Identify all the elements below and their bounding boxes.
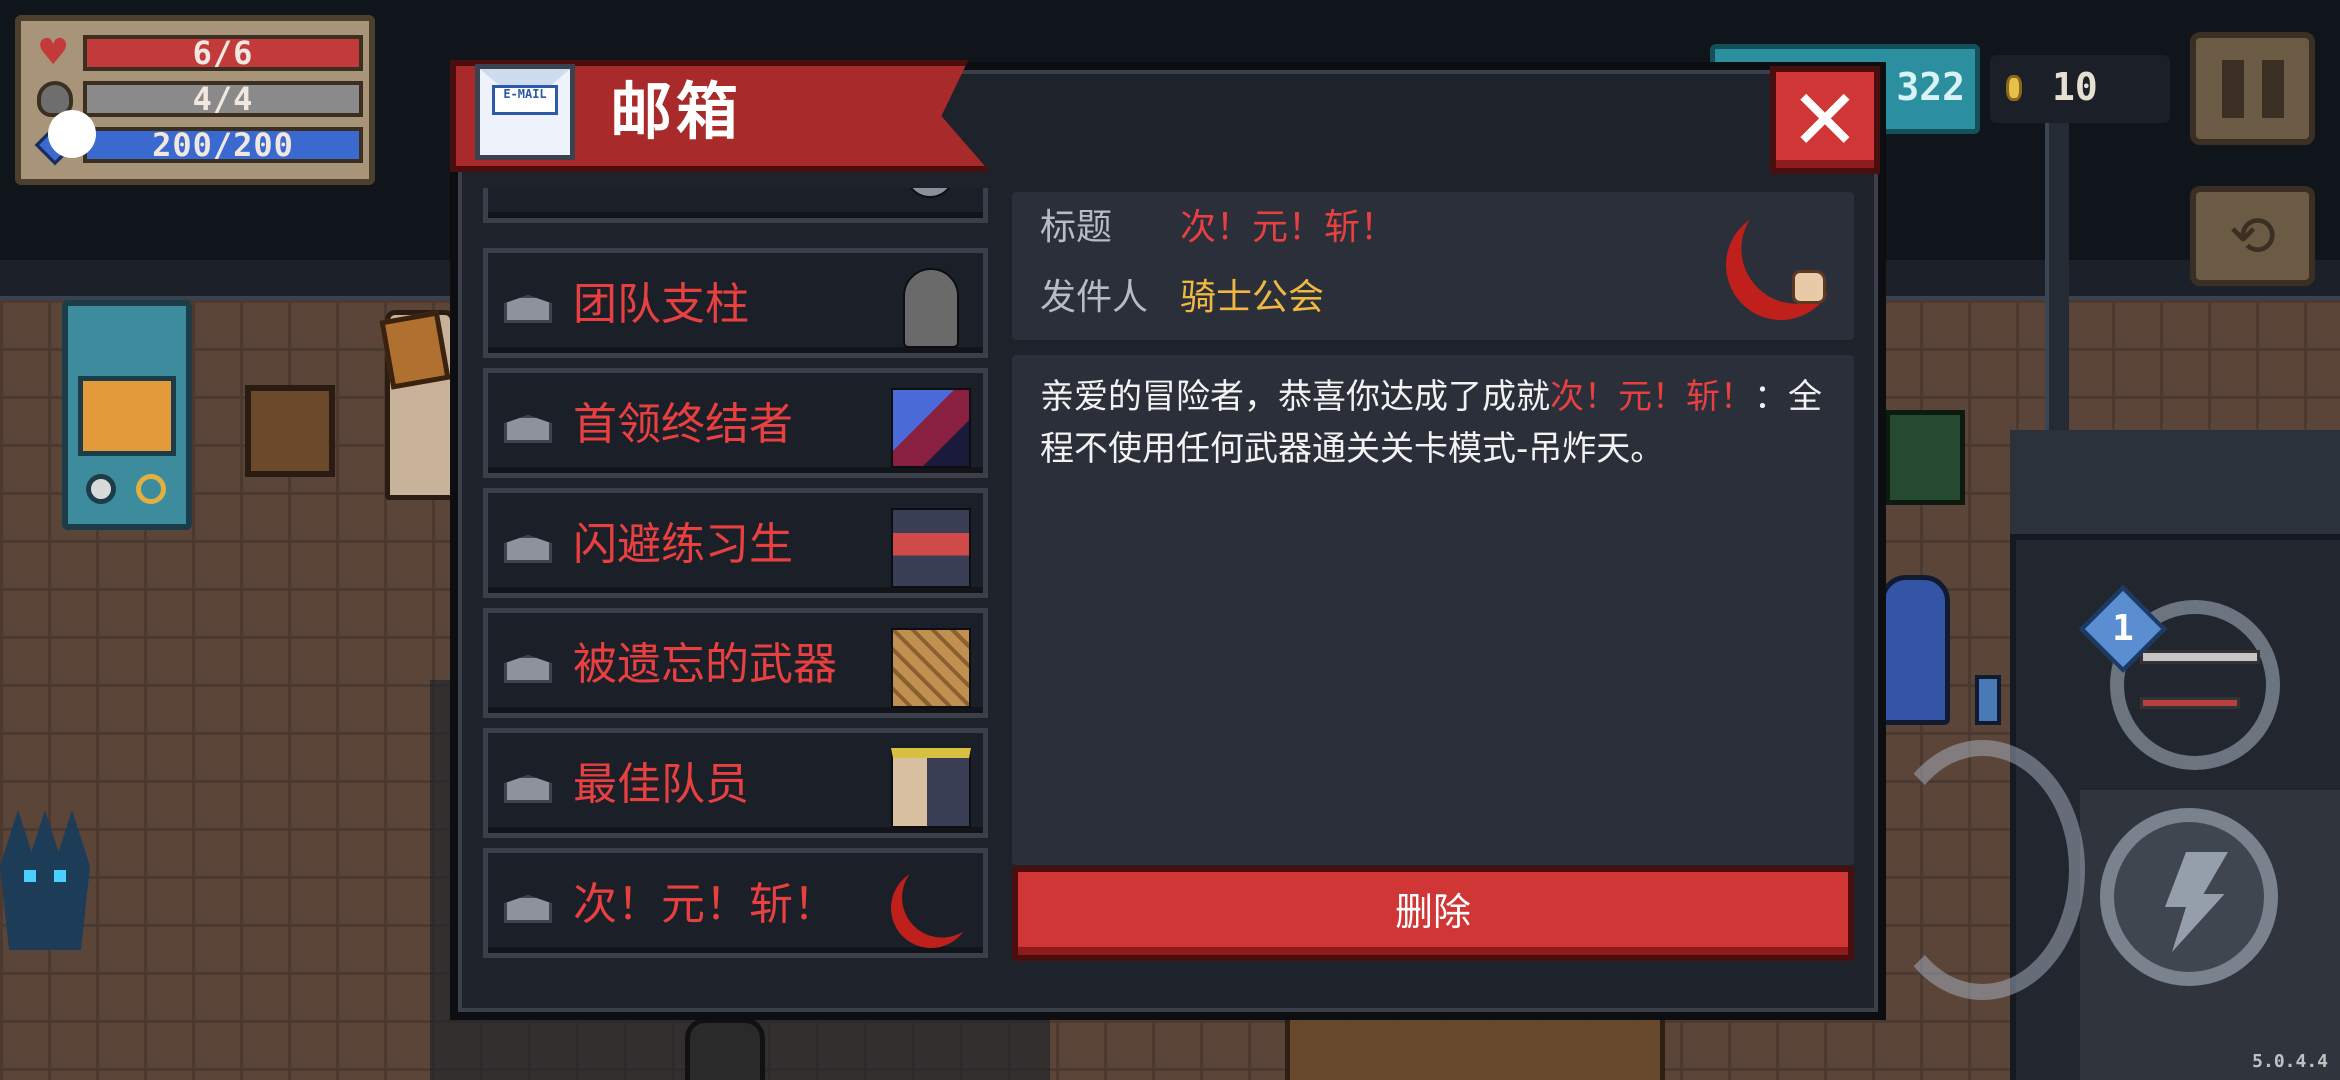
scroll-icon (891, 628, 971, 708)
mail-item-label: 团队支柱 (573, 279, 749, 330)
mail-item-label: 闪避练习生 (573, 519, 793, 570)
mail-body-text: 亲爱的冒险者，恭喜你达成了成就次！元！斩！：全程不使用任何武器通关关卡模式-吊炸… (1040, 371, 1830, 475)
mail-list-item[interactable]: 最佳队员 (483, 728, 988, 838)
gacha-glass (78, 376, 176, 456)
dialog-title: 邮箱 (610, 75, 743, 148)
envelope-icon (504, 415, 552, 443)
close-button[interactable]: ✕ (1770, 66, 1880, 174)
gacha-machine (62, 300, 192, 530)
title-label: 标题 (1040, 207, 1113, 248)
envelope-icon (504, 535, 552, 563)
mail-list-item[interactable]: 被遗忘的武器 (483, 608, 988, 718)
gem-count: 322 (1896, 65, 1965, 109)
knife-icon (2140, 697, 2240, 709)
sign-prop (379, 310, 451, 390)
pause-icon (2262, 60, 2284, 118)
crate-prop (245, 385, 335, 477)
player-stats-panel: ♥ 6/6 4/4 200/200 (15, 15, 375, 185)
delete-button-label: 删除 (1394, 890, 1471, 934)
body-prefix: 亲爱的冒险者，恭喜你达成了成就 (1040, 377, 1550, 417)
mail-list-item[interactable]: 速度试炼 (483, 188, 988, 223)
gacha-coin-slot (136, 474, 166, 504)
pause-icon (2222, 60, 2244, 118)
sender-label: 发件人 (1040, 277, 1149, 318)
green-box-prop (1885, 410, 1965, 505)
mail-icon: E-MAIL (475, 64, 575, 160)
crescent-blade-icon (1711, 195, 1852, 336)
hand-icon (1792, 270, 1826, 304)
team-icon (891, 748, 971, 828)
coin-icon (2006, 75, 2022, 101)
sender-value: 骑士公会 (1180, 277, 1325, 318)
skill-button[interactable] (2100, 808, 2278, 986)
touch-indicator (48, 110, 96, 158)
mail-icon-label: E-MAIL (492, 85, 558, 115)
npc-bag (1975, 675, 2001, 725)
lightning-icon (2165, 852, 2228, 952)
statue-icon (903, 268, 959, 348)
scene-right-ledge (2010, 430, 2340, 540)
coin-counter: 10 (1990, 55, 2170, 123)
gacha-button (86, 474, 116, 504)
coin-count: 10 (2052, 65, 2098, 109)
mail-item-label: 首领终结者 (573, 399, 793, 450)
sword-icon (2140, 650, 2260, 664)
swap-weapon-icon: ⟲ (2229, 204, 2276, 269)
monster-eye (24, 870, 36, 882)
energy-bar: 200/200 (83, 127, 363, 163)
mail-list-item[interactable]: 闪避练习生 (483, 488, 988, 598)
mail-detail-body: 亲爱的冒险者，恭喜你达成了成就次！元！斩！：全程不使用任何武器通关关卡模式-吊炸… (1012, 355, 1854, 865)
mail-list-item-selected[interactable]: 次！元！斩！ (483, 848, 988, 958)
mail-item-label: 最佳队员 (573, 759, 749, 810)
mail-item-label: 速度试炼 (573, 188, 749, 200)
title-value: 次！元！斩！ (1180, 207, 1397, 248)
monster-sprite (0, 810, 90, 950)
pause-button[interactable] (2190, 32, 2315, 145)
envelope-icon (504, 295, 552, 323)
weapon-slot-number: 1 (2112, 608, 2134, 649)
npc-sprite (685, 1018, 765, 1080)
envelope-icon (504, 895, 552, 923)
mail-list[interactable]: 速度试炼 团队支柱 首领终结者 闪避练习生 被遗忘的武器 最佳队员 次！元！斩！ (483, 188, 990, 963)
mail-list-item[interactable]: 团队支柱 (483, 248, 988, 358)
dodge-icon (891, 508, 971, 588)
attack-button[interactable] (1880, 740, 2085, 1000)
heart-icon: ♥ (37, 32, 70, 73)
npc-sprite (1880, 575, 1950, 725)
crescent-blade-icon (880, 857, 983, 960)
envelope-icon (504, 655, 552, 683)
medal-icon (905, 188, 955, 198)
version-label: 5.0.4.4 (2252, 1051, 2328, 1072)
body-highlight: 次！元！斩！ (1550, 377, 1754, 417)
envelope-icon (504, 775, 552, 803)
monster-eye (54, 870, 66, 882)
pillar-prop (2045, 100, 2069, 430)
close-icon: ✕ (1789, 71, 1861, 169)
mail-list-item[interactable]: 首领终结者 (483, 368, 988, 478)
mail-item-label: 次！元！斩！ (573, 879, 837, 930)
swap-weapon-button[interactable]: ⟲ (2190, 186, 2315, 286)
delete-button[interactable]: 删除 (1012, 866, 1854, 961)
boss-fight-icon (891, 388, 971, 468)
hp-bar: 6/6 (83, 35, 363, 71)
mail-item-label: 被遗忘的武器 (573, 639, 837, 690)
armor-bar: 4/4 (83, 81, 363, 117)
mail-detail-header: 标题 次！元！斩！ 发件人 骑士公会 (1012, 192, 1854, 340)
